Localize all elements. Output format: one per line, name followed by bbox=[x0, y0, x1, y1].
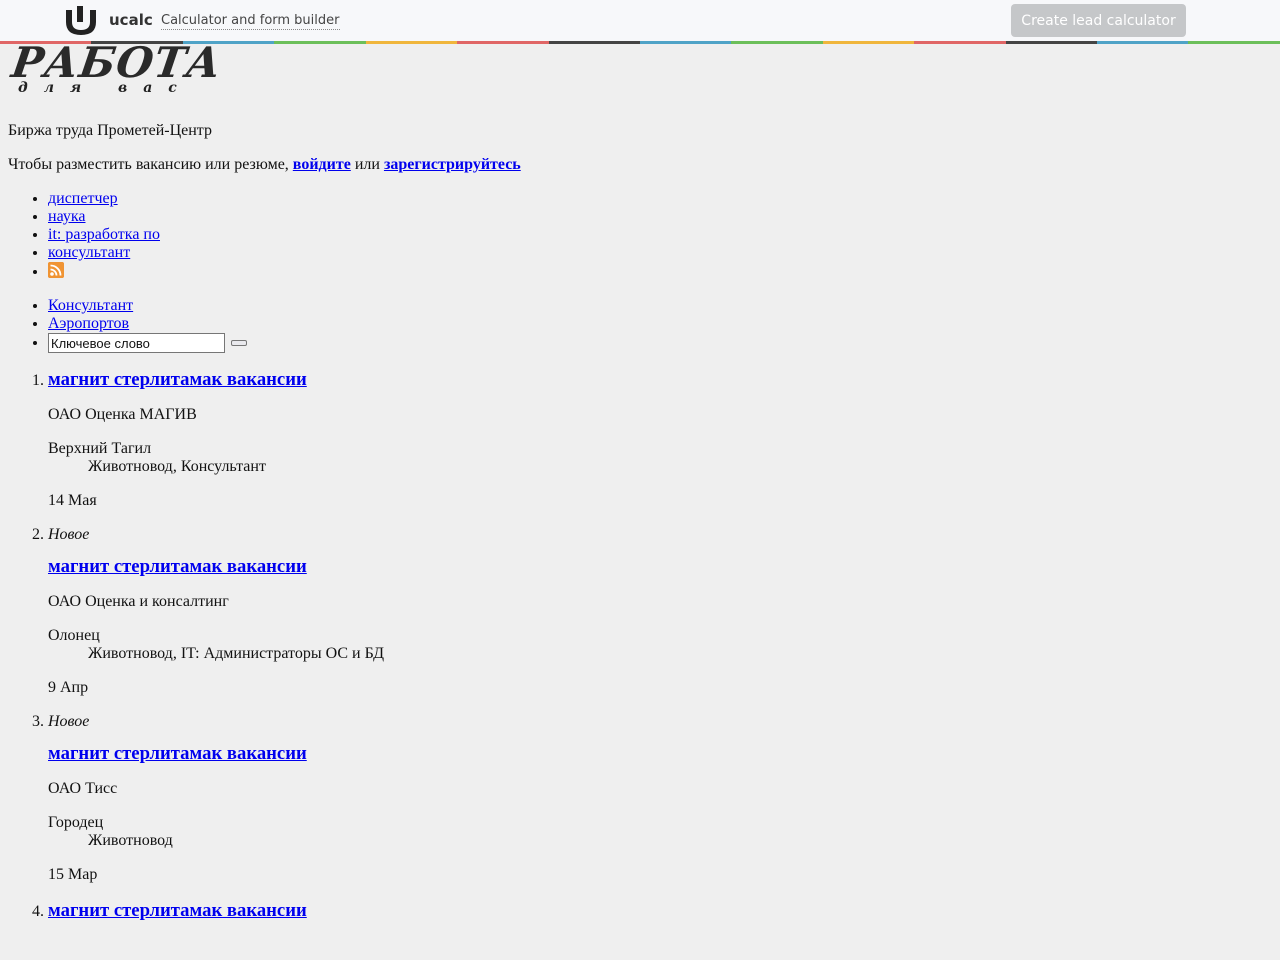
job-title-link[interactable]: магнит стерлитамак вакансии bbox=[48, 556, 307, 577]
rss-link[interactable] bbox=[48, 262, 64, 280]
job-date: 9 Апр bbox=[48, 679, 89, 696]
stripe-segment bbox=[914, 41, 1006, 44]
job-city: Олонец bbox=[48, 627, 100, 644]
login-prompt-text: Чтобы разместить вакансию или резюме, bbox=[8, 156, 289, 173]
tag-item: наука bbox=[48, 208, 1268, 226]
job-title: магнит стерлитамак вакансии bbox=[48, 369, 1268, 391]
category-link-airports[interactable]: Аэропортов bbox=[48, 315, 129, 332]
stripe-segment bbox=[822, 41, 915, 44]
job-title-link[interactable]: магнит стерлитамак вакансии bbox=[48, 900, 307, 921]
job-title: магнит стерлитамак вакансии bbox=[48, 900, 1268, 922]
tag-item: it: разработка по bbox=[48, 226, 1268, 244]
new-badge: Новое bbox=[48, 713, 90, 730]
job-title: магнит стерлитамак вакансии bbox=[48, 743, 1268, 765]
job-list: магнит стерлитамак вакансии ОАО Оценка М… bbox=[8, 369, 1268, 922]
category-item: Аэропортов bbox=[48, 315, 1268, 333]
stripe-segment bbox=[1005, 41, 1098, 44]
site-logo-subtitle: для вас bbox=[18, 80, 193, 96]
site-logo[interactable]: РАБОТА для вас bbox=[8, 38, 226, 104]
search-item bbox=[48, 333, 1268, 353]
stripe-segment bbox=[365, 41, 458, 44]
tag-item bbox=[48, 262, 1268, 281]
stripe-segment bbox=[639, 41, 732, 44]
job-company: ОАО Тисс bbox=[48, 780, 118, 797]
tag-link-science[interactable]: наука bbox=[48, 208, 85, 225]
job-item: Новое магнит стерлитамак вакансии ОАО Ти… bbox=[48, 713, 1268, 884]
job-item: магнит стерлитамак вакансии ОАО Оценка М… bbox=[48, 369, 1268, 510]
site-name: Биржа труда Прометей-Центр bbox=[8, 122, 212, 139]
ucalc-tagline[interactable]: Calculator and form builder bbox=[161, 13, 340, 30]
job-company: ОАО Оценка МАГИВ bbox=[48, 406, 197, 423]
stripe-segment bbox=[1097, 41, 1189, 44]
job-specialties: Животновод, Консультант bbox=[88, 458, 266, 475]
category-list: Консультант Аэропортов bbox=[8, 297, 1268, 353]
job-specialties: Животновод, IT: Администраторы ОС и БД bbox=[88, 645, 385, 662]
ucalc-logo-icon[interactable] bbox=[62, 6, 100, 36]
tag-link-dispatcher[interactable]: диспетчер bbox=[48, 190, 118, 207]
new-badge: Новое bbox=[48, 526, 90, 543]
ucalc-brand[interactable]: ucalc bbox=[109, 11, 153, 29]
login-link[interactable]: войдите bbox=[293, 156, 351, 173]
login-or-text: или bbox=[354, 156, 380, 173]
keyword-search-input[interactable] bbox=[48, 333, 225, 353]
job-city: Верхний Тагил bbox=[48, 440, 152, 457]
tag-link-consultant[interactable]: консультант bbox=[48, 244, 130, 261]
stripe-segment bbox=[1188, 41, 1280, 44]
stripe-segment bbox=[548, 41, 640, 44]
job-date: 14 Мая bbox=[48, 492, 97, 509]
job-city: Городец bbox=[48, 814, 104, 831]
job-item: Новое магнит стерлитамак вакансии ОАО Оц… bbox=[48, 526, 1268, 697]
create-lead-calculator-button[interactable]: Create lead calculator bbox=[1011, 4, 1186, 37]
ucalc-topbar: ucalc Calculator and form builder Create… bbox=[0, 0, 1280, 41]
search-button[interactable] bbox=[231, 340, 247, 346]
register-link[interactable]: зарегистрируйтесь bbox=[384, 156, 521, 173]
stripe-segment bbox=[731, 41, 823, 44]
category-item: Консультант bbox=[48, 297, 1268, 315]
rss-icon bbox=[48, 262, 64, 278]
job-date: 15 Мар bbox=[48, 866, 98, 883]
tag-item: консультант bbox=[48, 244, 1268, 262]
job-title-link[interactable]: магнит стерлитамак вакансии bbox=[48, 369, 307, 390]
stripe-segment bbox=[457, 41, 549, 44]
category-link-consultant[interactable]: Консультант bbox=[48, 297, 133, 314]
job-item: магнит стерлитамак вакансии bbox=[48, 900, 1268, 922]
tag-list: диспетчер наука it: разработка по консул… bbox=[8, 190, 1268, 281]
tag-link-it-dev[interactable]: it: разработка по bbox=[48, 226, 160, 243]
stripe-segment bbox=[274, 41, 366, 44]
login-prompt: Чтобы разместить вакансию или резюме, во… bbox=[8, 156, 1268, 174]
job-specialties: Животновод bbox=[88, 832, 173, 849]
job-title: магнит стерлитамак вакансии bbox=[48, 556, 1268, 578]
job-title-link[interactable]: магнит стерлитамак вакансии bbox=[48, 743, 307, 764]
job-company: ОАО Оценка и консалтинг bbox=[48, 593, 229, 610]
main-content: Биржа труда Прометей-Центр Чтобы размест… bbox=[8, 122, 1268, 922]
tag-item: диспетчер bbox=[48, 190, 1268, 208]
